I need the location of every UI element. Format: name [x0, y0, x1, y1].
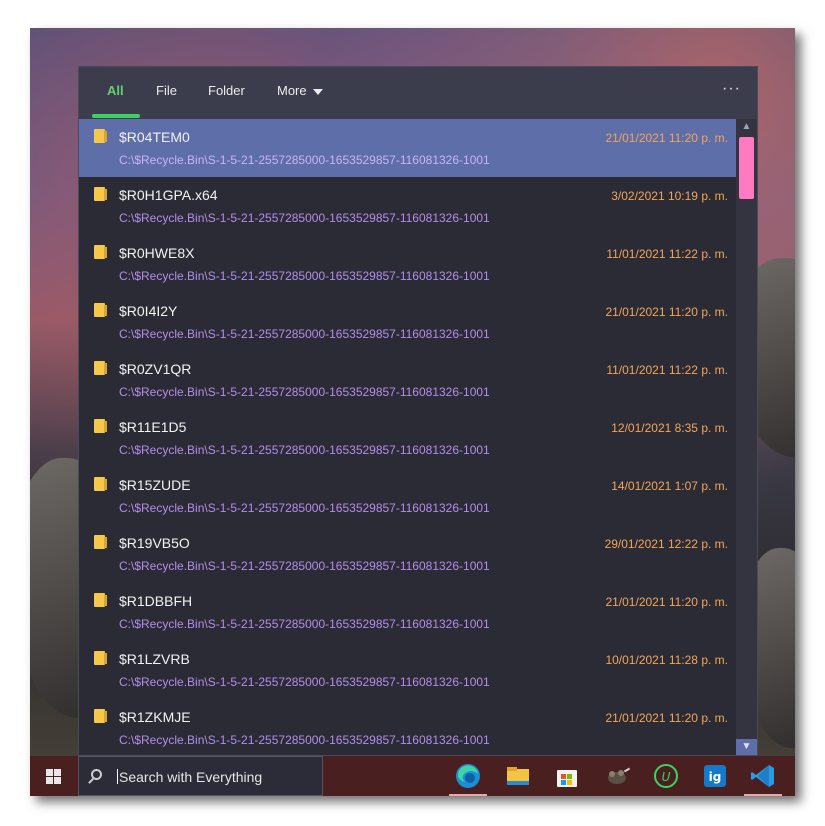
result-row[interactable]: $R04TEM0 C:\$Recycle.Bin\S-1-5-21-2557285… — [79, 119, 736, 177]
result-row[interactable]: $R1ZKMJE C:\$Recycle.Bin\S-1-5-21-2557285… — [79, 699, 736, 755]
result-date: 11/01/2021 11:22 p. m. — [606, 363, 728, 377]
file-icon — [94, 535, 107, 549]
result-row[interactable]: $R1DBBFH C:\$Recycle.Bin\S-1-5-21-2557285… — [79, 583, 736, 641]
result-name: $R0ZV1QR — [119, 361, 192, 377]
more-options-menu-icon[interactable]: ··· — [722, 80, 741, 98]
svg-text:U: U — [662, 770, 671, 784]
result-row[interactable]: $R15ZUDE C:\$Recycle.Bin\S-1-5-21-2557285… — [79, 467, 736, 525]
result-path: C:\$Recycle.Bin\S-1-5-21-2557285000-1653… — [119, 211, 490, 225]
result-name: $R11E1D5 — [119, 419, 187, 435]
svg-text:ig: ig — [709, 770, 722, 784]
result-path: C:\$Recycle.Bin\S-1-5-21-2557285000-1653… — [119, 559, 490, 573]
windows-taskbar: Search with Everything U ig — [30, 756, 795, 796]
result-path: C:\$Recycle.Bin\S-1-5-21-2557285000-1653… — [119, 269, 490, 283]
result-date: 14/01/2021 1:07 p. m. — [611, 479, 728, 493]
tab-folder[interactable]: Folder — [208, 83, 245, 98]
result-name: $R1ZKMJE — [119, 709, 191, 725]
active-tab-indicator — [92, 114, 140, 118]
result-date: 12/01/2021 8:35 p. m. — [611, 421, 728, 435]
result-date: 21/01/2021 11:20 p. m. — [605, 711, 728, 725]
gimp-icon[interactable] — [602, 761, 632, 791]
tab-more-label: More — [277, 83, 307, 98]
result-date: 3/02/2021 10:19 p. m. — [611, 189, 728, 203]
result-row[interactable]: $R0H1GPA.x64 C:\$Recycle.Bin\S-1-5-21-255… — [79, 177, 736, 235]
result-path: C:\$Recycle.Bin\S-1-5-21-2557285000-1653… — [119, 675, 490, 689]
result-name: $R15ZUDE — [119, 477, 191, 493]
scroll-thumb[interactable] — [739, 137, 754, 199]
file-icon — [94, 593, 107, 607]
result-path: C:\$Recycle.Bin\S-1-5-21-2557285000-1653… — [119, 617, 490, 631]
file-icon — [94, 477, 107, 491]
scroll-up-arrow-icon[interactable]: ▲ — [736, 119, 757, 135]
result-date: 29/01/2021 12:22 p. m. — [604, 537, 728, 551]
scroll-down-arrow-icon[interactable]: ▼ — [736, 739, 757, 755]
file-icon — [94, 187, 107, 201]
result-name: $R19VB5O — [119, 535, 190, 551]
result-path: C:\$Recycle.Bin\S-1-5-21-2557285000-1653… — [119, 733, 490, 747]
file-icon — [94, 709, 107, 723]
microsoft-store-icon[interactable] — [552, 761, 582, 791]
file-icon — [94, 419, 107, 433]
vscode-icon[interactable] — [744, 761, 782, 796]
results-scrollbar[interactable]: ▲ ▼ — [736, 119, 757, 755]
result-name: $R0H1GPA.x64 — [119, 187, 218, 203]
result-name: $R0I4I2Y — [119, 303, 178, 319]
file-explorer-icon[interactable] — [503, 761, 533, 791]
file-icon — [94, 651, 107, 665]
edge-icon[interactable] — [449, 761, 487, 796]
chevron-down-icon — [312, 88, 323, 95]
tab-file[interactable]: File — [156, 83, 177, 98]
result-name: $R04TEM0 — [119, 129, 190, 145]
result-row[interactable]: $R1LZVRB C:\$Recycle.Bin\S-1-5-21-2557285… — [79, 641, 736, 699]
result-row[interactable]: $R0HWE8X C:\$Recycle.Bin\S-1-5-21-2557285… — [79, 235, 736, 293]
search-input[interactable]: Search with Everything — [78, 756, 323, 796]
upwork-icon[interactable]: U — [651, 761, 681, 791]
start-button[interactable] — [30, 756, 78, 796]
file-icon — [94, 129, 107, 143]
result-row[interactable]: $R0ZV1QR C:\$Recycle.Bin\S-1-5-21-2557285… — [79, 351, 736, 409]
result-name: $R1DBBFH — [119, 593, 193, 609]
result-path: C:\$Recycle.Bin\S-1-5-21-2557285000-1653… — [119, 443, 490, 457]
result-row[interactable]: $R0I4I2Y C:\$Recycle.Bin\S-1-5-21-2557285… — [79, 293, 736, 351]
windows-logo-icon — [46, 769, 61, 784]
search-icon — [91, 769, 102, 780]
result-name: $R1LZVRB — [119, 651, 190, 667]
file-icon — [94, 245, 107, 259]
result-path: C:\$Recycle.Bin\S-1-5-21-2557285000-1653… — [119, 153, 490, 167]
file-icon — [94, 303, 107, 317]
result-path: C:\$Recycle.Bin\S-1-5-21-2557285000-1653… — [119, 385, 490, 399]
tab-more[interactable]: More — [277, 83, 323, 98]
result-date: 11/01/2021 11:22 p. m. — [606, 247, 728, 261]
file-icon — [94, 361, 107, 375]
result-row[interactable]: $R11E1D5 C:\$Recycle.Bin\S-1-5-21-2557285… — [79, 409, 736, 467]
result-name: $R0HWE8X — [119, 245, 195, 261]
results-list: $R04TEM0 C:\$Recycle.Bin\S-1-5-21-2557285… — [79, 119, 736, 755]
result-row[interactable]: $R19VB5O C:\$Recycle.Bin\S-1-5-21-2557285… — [79, 525, 736, 583]
result-date: 21/01/2021 11:20 p. m. — [605, 131, 728, 145]
search-placeholder: Search with Everything — [117, 769, 263, 785]
tab-all[interactable]: All — [107, 83, 124, 98]
result-path: C:\$Recycle.Bin\S-1-5-21-2557285000-1653… — [119, 327, 490, 341]
result-path: C:\$Recycle.Bin\S-1-5-21-2557285000-1653… — [119, 501, 490, 515]
ig-icon[interactable]: ig — [700, 761, 730, 791]
filter-tabs: All File Folder More ··· — [79, 67, 757, 120]
result-date: 10/01/2021 11:28 p. m. — [605, 653, 728, 667]
everything-search-panel: All File Folder More ··· $R04TEM0 C:\$Rec… — [78, 66, 758, 756]
result-date: 21/01/2021 11:20 p. m. — [605, 595, 728, 609]
result-date: 21/01/2021 11:20 p. m. — [605, 305, 728, 319]
